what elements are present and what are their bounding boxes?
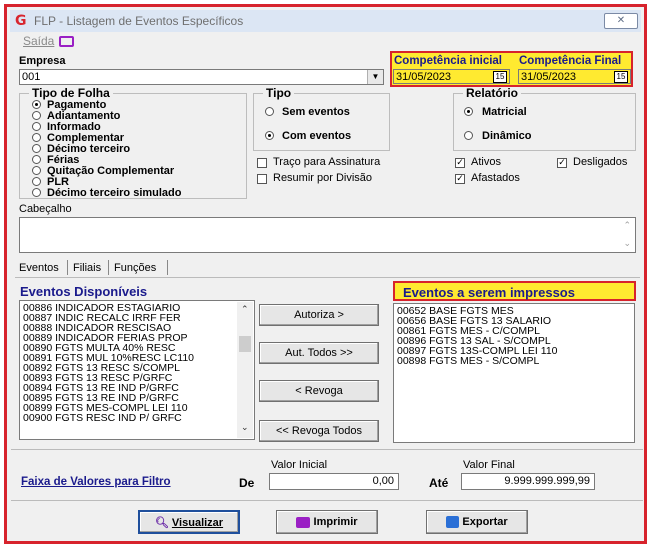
valor-inicial-input[interactable]: 0,00 xyxy=(269,473,399,490)
checkbox-desligados[interactable]: ✓ xyxy=(557,158,567,168)
revoga-button[interactable]: < Revoga xyxy=(259,380,379,402)
exportar-label: Exportar xyxy=(462,516,508,528)
visualizar-label: Visualizar xyxy=(171,517,224,529)
printer-icon xyxy=(296,516,311,528)
calendar-icon[interactable]: 15 xyxy=(493,71,507,83)
visualizar-button[interactable]: 🔍︎ Visualizar xyxy=(138,510,240,534)
tipo-group xyxy=(253,93,390,151)
scrollbar[interactable]: ⌃ ⌄ xyxy=(237,302,253,438)
eventos-impressos-header: Eventos a serem impressos xyxy=(393,281,636,301)
valor-inicial-value: 0,00 xyxy=(372,475,394,487)
checkbox-afastados[interactable]: ✓ xyxy=(455,174,465,184)
radio-complementar[interactable] xyxy=(32,133,41,142)
label-ativos: Ativos xyxy=(471,156,501,168)
radio-ferias[interactable] xyxy=(32,155,41,164)
eventos-impressos-title: Eventos a serem impressos xyxy=(403,285,575,300)
radio-dinamico[interactable] xyxy=(464,131,473,140)
export-icon xyxy=(446,516,460,529)
relatorio-group xyxy=(453,93,636,151)
magnifier-icon: 🔍︎ xyxy=(154,516,169,529)
imprimir-button[interactable]: Imprimir xyxy=(276,510,378,534)
title-bar: G FLP - Listagem de Eventos Específicos … xyxy=(10,10,641,32)
de-label: De xyxy=(239,476,255,490)
calendar-icon[interactable]: 15 xyxy=(614,71,628,83)
radio-quitacao[interactable] xyxy=(32,166,41,175)
eventos-impressos-list[interactable]: 00652 BASE FGTS MES 00656 BASE FGTS 13 S… xyxy=(393,303,635,443)
option-dinamico[interactable]: Dinâmico xyxy=(482,131,532,142)
cabecalho-textarea[interactable]: ⌃ ⌄ xyxy=(19,217,636,253)
radio-pagamento[interactable] xyxy=(32,100,41,109)
ate-label: Até xyxy=(429,476,449,490)
relatorio-title: Relatório xyxy=(463,87,522,99)
scroll-down-icon[interactable]: ⌄ xyxy=(241,422,249,432)
empresa-select[interactable]: 001 ▼ xyxy=(19,69,384,85)
eventos-disponiveis-title: Eventos Disponíveis xyxy=(20,284,148,299)
competencia-final-input[interactable]: 31/05/2023 15 xyxy=(518,69,631,84)
tipo-folha-title: Tipo de Folha xyxy=(29,87,113,99)
scroll-up-icon[interactable]: ⌃ xyxy=(241,304,249,314)
option-com-eventos[interactable]: Com eventos xyxy=(282,131,351,142)
close-icon: ✕ xyxy=(616,15,626,26)
app-logo-icon: G xyxy=(15,13,27,29)
monitor-icon[interactable] xyxy=(59,36,74,47)
close-button[interactable]: ✕ xyxy=(604,13,638,29)
tab-eventos[interactable]: Eventos xyxy=(19,262,59,274)
tab-filiais[interactable]: Filiais xyxy=(73,262,101,274)
radio-decimo-simulado[interactable] xyxy=(32,188,41,197)
radio-informado[interactable] xyxy=(32,122,41,131)
label-desligados: Desligados xyxy=(573,156,628,168)
tab-funcoes[interactable]: Funções xyxy=(114,262,156,274)
checkbox-resumir[interactable] xyxy=(257,174,267,184)
radio-com-eventos[interactable] xyxy=(265,131,274,140)
imprimir-label: Imprimir xyxy=(313,516,358,528)
radio-adiantamento[interactable] xyxy=(32,111,41,120)
chevron-down-icon[interactable]: ▼ xyxy=(367,70,383,84)
valor-inicial-label: Valor Inicial xyxy=(271,459,328,471)
autoriza-button[interactable]: Autoriza > xyxy=(259,304,379,326)
scroll-up-icon[interactable]: ⌃ xyxy=(623,220,631,231)
option-decimo-simulado[interactable]: Décimo terceiro simulado xyxy=(47,188,182,199)
competencia-inicial-input[interactable]: 31/05/2023 15 xyxy=(393,69,510,84)
checkbox-traco[interactable] xyxy=(257,158,267,168)
scroll-thumb[interactable] xyxy=(239,336,251,352)
valor-final-label: Valor Final xyxy=(463,459,515,471)
competencia-inicial-value: 31/05/2023 xyxy=(396,71,452,83)
empresa-label: Empresa xyxy=(19,55,66,67)
label-resumir: Resumir por Divisão xyxy=(273,172,373,184)
competencia-final-label: Competência Final xyxy=(519,55,622,67)
valor-final-input[interactable]: 9.999.999.999,99 xyxy=(461,473,595,490)
menu-saida[interactable]: Saída xyxy=(23,34,54,48)
competencia-inicial-label: Competência inicial xyxy=(394,55,503,67)
filtro-label: Faixa de Valores para Filtro xyxy=(21,476,171,488)
radio-plr[interactable] xyxy=(32,177,41,186)
autoriza-todos-button[interactable]: Aut. Todos >> xyxy=(259,342,379,364)
exportar-button[interactable]: Exportar xyxy=(426,510,528,534)
checkbox-ativos[interactable]: ✓ xyxy=(455,158,465,168)
window-title: FLP - Listagem de Eventos Específicos xyxy=(34,14,244,28)
label-traco: Traço para Assinatura xyxy=(273,156,381,168)
radio-sem-eventos[interactable] xyxy=(265,107,274,116)
radio-decimo-terceiro[interactable] xyxy=(32,144,41,153)
tab-bar: Eventos Filiais Funções xyxy=(15,260,175,277)
tipo-title: Tipo xyxy=(263,87,295,99)
cabecalho-label: Cabeçalho xyxy=(19,203,72,215)
list-item[interactable]: 00900 FGTS RESC IND P/ GRFC xyxy=(23,413,251,424)
eventos-disponiveis-list[interactable]: 00886 INDICADOR ESTAGIARIO 00887 INDIC R… xyxy=(19,300,255,440)
list-item[interactable]: 00898 FGTS MES - S/COMPL xyxy=(397,356,631,367)
option-matricial[interactable]: Matricial xyxy=(482,107,527,118)
valor-final-value: 9.999.999.999,99 xyxy=(504,475,590,487)
competencia-final-value: 31/05/2023 xyxy=(521,71,577,83)
scroll-down-icon[interactable]: ⌄ xyxy=(623,238,631,249)
main-window: G FLP - Listagem de Eventos Específicos … xyxy=(4,4,647,544)
radio-matricial[interactable] xyxy=(464,107,473,116)
label-afastados: Afastados xyxy=(471,172,520,184)
empresa-value: 001 xyxy=(22,71,41,83)
option-sem-eventos[interactable]: Sem eventos xyxy=(282,107,350,118)
revoga-todos-button[interactable]: << Revoga Todos xyxy=(259,420,379,442)
